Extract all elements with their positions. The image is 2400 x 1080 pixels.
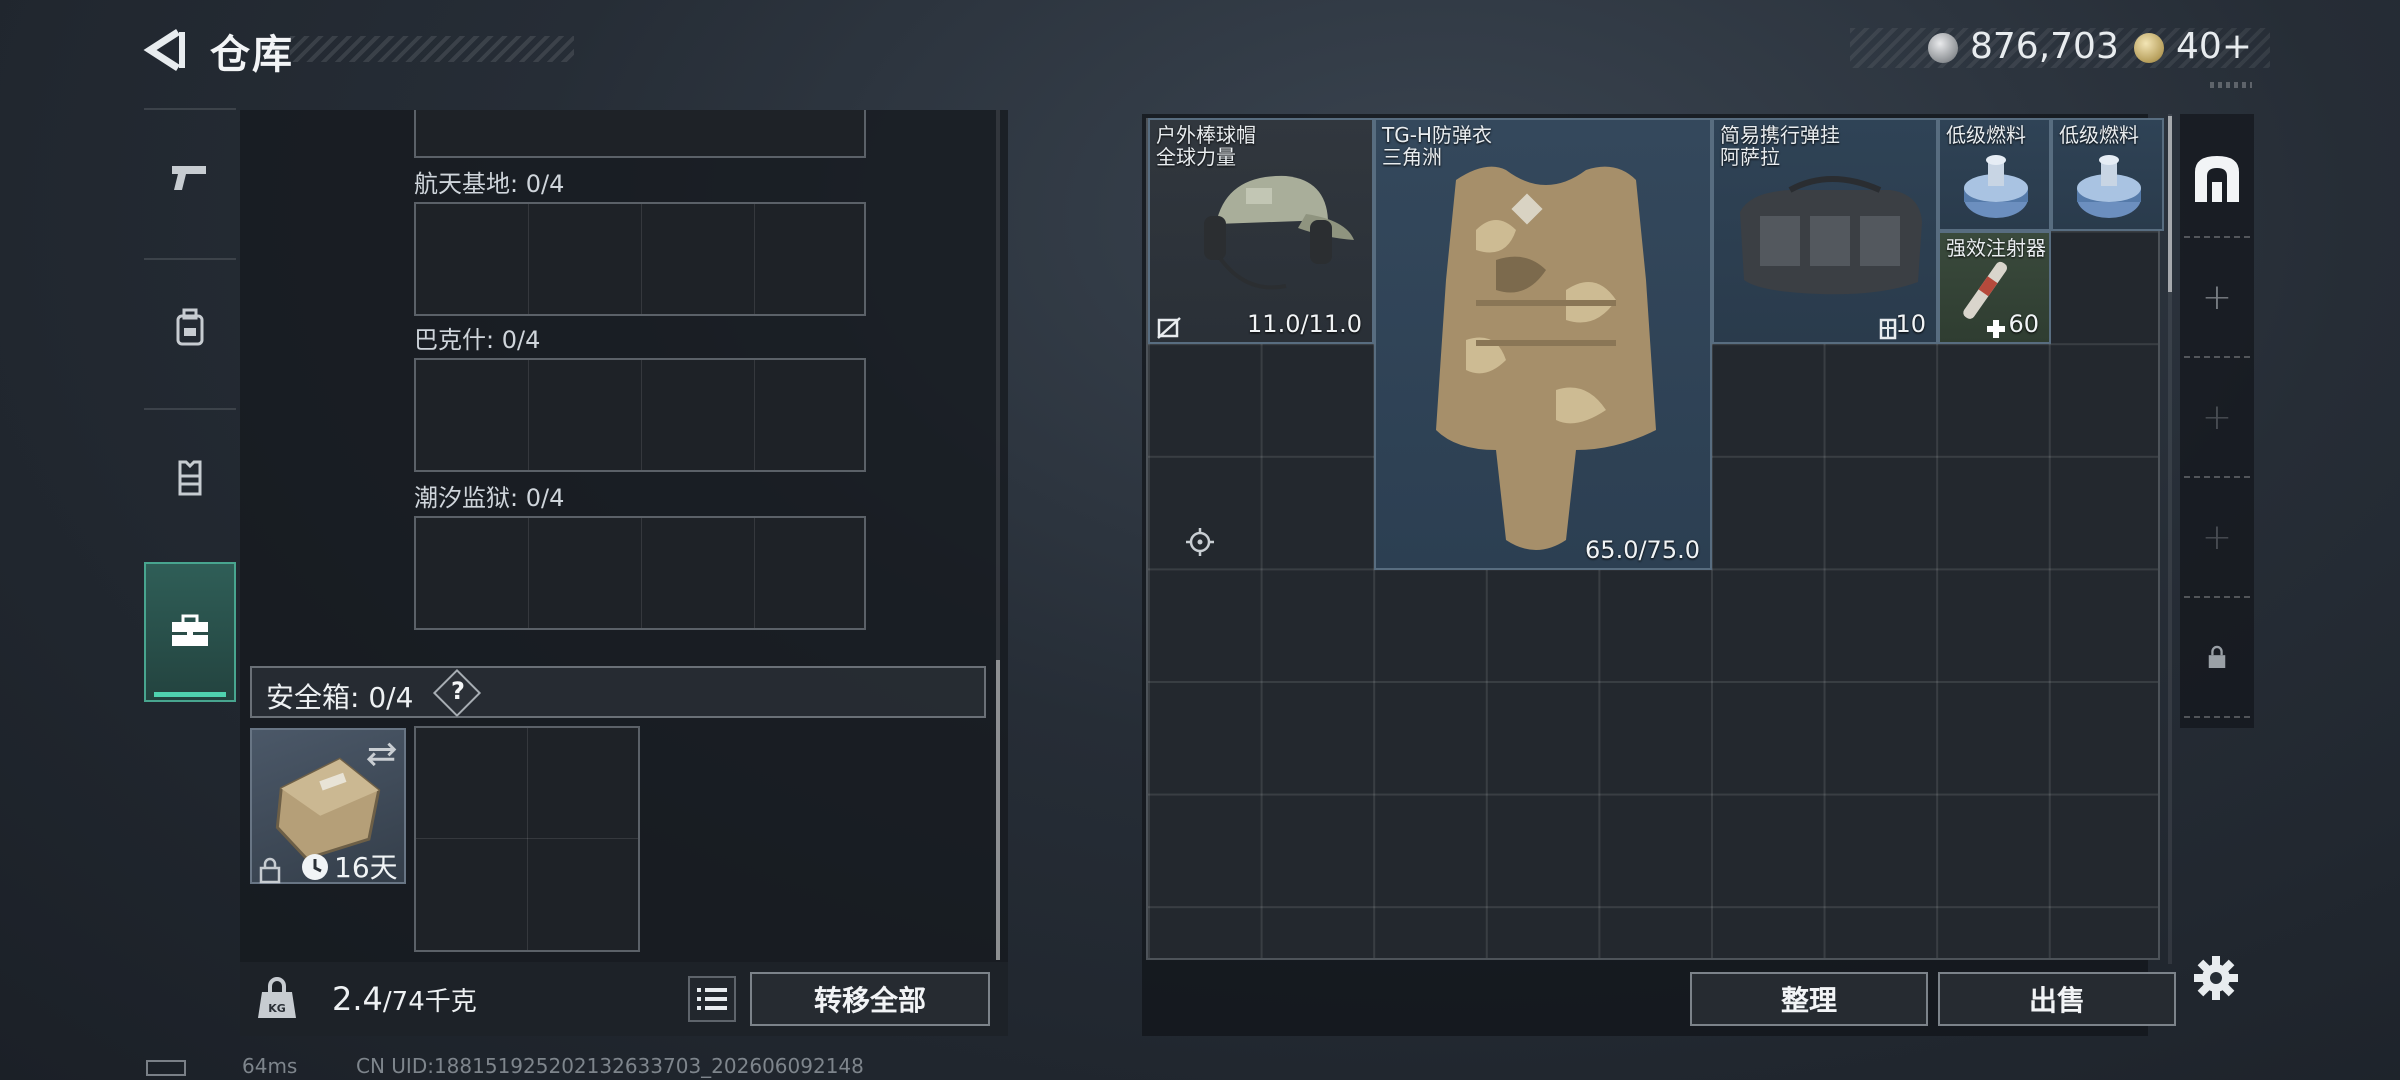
item-name-line: 简易携行弹挂 — [1720, 123, 1840, 147]
quick-divider — [2184, 716, 2250, 718]
clock-icon — [302, 854, 328, 880]
item-baseball-cap[interactable]: 户外棒球帽 全球力量 11.0/11.0 — [1148, 118, 1374, 344]
item-name: 简易携行弹挂 阿萨拉 — [1720, 124, 1840, 168]
weight-current: 2.4 — [332, 980, 383, 1018]
silver-coin-icon — [1928, 33, 1958, 63]
no-repair-icon — [1157, 317, 1181, 339]
slot-label-aerospace: 航天基地: 0/4 — [414, 170, 565, 198]
gold-value[interactable]: 40+ — [2176, 26, 2252, 67]
tab-safe-box[interactable] — [144, 562, 236, 702]
item-chest-rig[interactable]: 简易携行弹挂 阿萨拉 10 — [1712, 118, 1938, 344]
backpack-icon — [176, 308, 204, 346]
storage-slot-grid[interactable] — [414, 202, 866, 316]
sell-button[interactable]: 出售 — [1938, 972, 2176, 1026]
slot-label-bakhsh: 巴克什: 0/4 — [414, 326, 541, 354]
heal-plus-icon — [1987, 320, 2005, 338]
fuel-can-image — [2077, 155, 2141, 218]
item-name-line: 户外棒球帽 — [1156, 123, 1256, 147]
storage-arch-icon — [2195, 156, 2239, 202]
crosshair-icon[interactable] — [1184, 526, 1216, 558]
user-id: CN UID:1881519252021326337​03_2026060921… — [356, 1054, 864, 1078]
injector-image — [1963, 261, 2008, 319]
storage-scroll-thumb[interactable] — [996, 660, 1000, 960]
safe-box-grid[interactable] — [414, 726, 640, 952]
safe-box-timer: 16天 — [334, 851, 398, 884]
weight-readout: 2.4/74千克 — [332, 980, 477, 1018]
svg-text:KG: KG — [268, 1002, 286, 1015]
item-fuel[interactable]: 低级燃料 — [2051, 118, 2164, 231]
quick-slot-add[interactable]: + — [2180, 358, 2254, 476]
gold-coin-icon — [2134, 33, 2164, 63]
bag-image — [1740, 176, 1922, 295]
title-decoration — [290, 36, 574, 62]
money-value: 876,703 — [1970, 26, 2119, 67]
page-title: 仓库 — [210, 32, 294, 78]
transfer-all-button[interactable]: 转移全部 — [750, 972, 990, 1026]
pistol-icon — [172, 166, 206, 190]
item-heal-amount: 60 — [2008, 310, 2039, 338]
item-brand-line: 阿萨拉 — [1720, 145, 1780, 169]
settings-button[interactable] — [2192, 954, 2240, 1002]
item-fuel[interactable]: 低级燃料 — [1938, 118, 2051, 231]
vest-icon — [178, 460, 202, 496]
lock-icon — [2208, 645, 2226, 668]
active-tab-indicator — [154, 692, 226, 697]
weight-max: /74千克 — [382, 987, 477, 1017]
quick-slot-add[interactable]: + — [2180, 238, 2254, 356]
item-capacity: 10 — [1895, 310, 1926, 338]
back-arrow-icon — [143, 29, 185, 71]
ping-readout: 64ms — [242, 1054, 298, 1078]
storage-slot-grid[interactable] — [414, 516, 866, 630]
vest-image — [1436, 166, 1656, 550]
tab-armor[interactable] — [144, 408, 236, 548]
plus-icon: + — [2201, 396, 2233, 438]
item-name: 强效注射器 — [1946, 236, 2046, 260]
gold-amount: 40 — [2176, 26, 2222, 67]
quick-slot-locked[interactable] — [2180, 598, 2254, 716]
gear-icon — [2194, 956, 2238, 1000]
header-decoration — [2210, 82, 2252, 88]
item-durability: 65.0/75.0 — [1585, 536, 1700, 564]
cap-image — [1204, 175, 1354, 290]
slot-label-tide-prison: 潮汐监狱: 0/4 — [414, 484, 565, 512]
item-durability: 11.0/11.0 — [1247, 310, 1362, 338]
tab-weapons[interactable] — [144, 108, 236, 248]
storage-slot-grid[interactable] — [414, 110, 866, 158]
item-body-armor[interactable]: TG-H防弹衣 三角洲 65.0/75.0 — [1374, 118, 1712, 570]
item-name: 低级燃料 — [1946, 123, 2026, 147]
help-icon[interactable]: ? — [448, 677, 468, 705]
fuel-can-image — [1964, 155, 2028, 218]
quick-slot-add[interactable]: + — [2180, 478, 2254, 596]
weight-icon: KG — [258, 977, 296, 1018]
item-injector[interactable]: 强效注射器 60 — [1938, 231, 2051, 344]
safe-box-label: 安全箱: 0/4 — [266, 681, 414, 714]
storage-slot-grid[interactable] — [414, 358, 866, 472]
quick-slot-storage[interactable] — [2180, 120, 2254, 238]
list-icon — [697, 988, 727, 1010]
battery-icon — [146, 1060, 186, 1076]
inventory-scroll-thumb[interactable] — [2168, 116, 2172, 292]
list-view-button[interactable] — [688, 976, 736, 1022]
category-sidebar — [144, 108, 236, 712]
sort-button[interactable]: 整理 — [1690, 972, 1928, 1026]
lock-icon — [259, 857, 281, 884]
plus-icon: + — [2201, 516, 2233, 558]
back-button[interactable] — [142, 26, 190, 74]
tab-backpack[interactable] — [144, 258, 236, 398]
plus-icon: + — [2201, 276, 2233, 318]
item-name: 低级燃料 — [2059, 123, 2139, 147]
add-gold-icon[interactable]: + — [2222, 26, 2252, 67]
briefcase-icon — [172, 614, 208, 646]
